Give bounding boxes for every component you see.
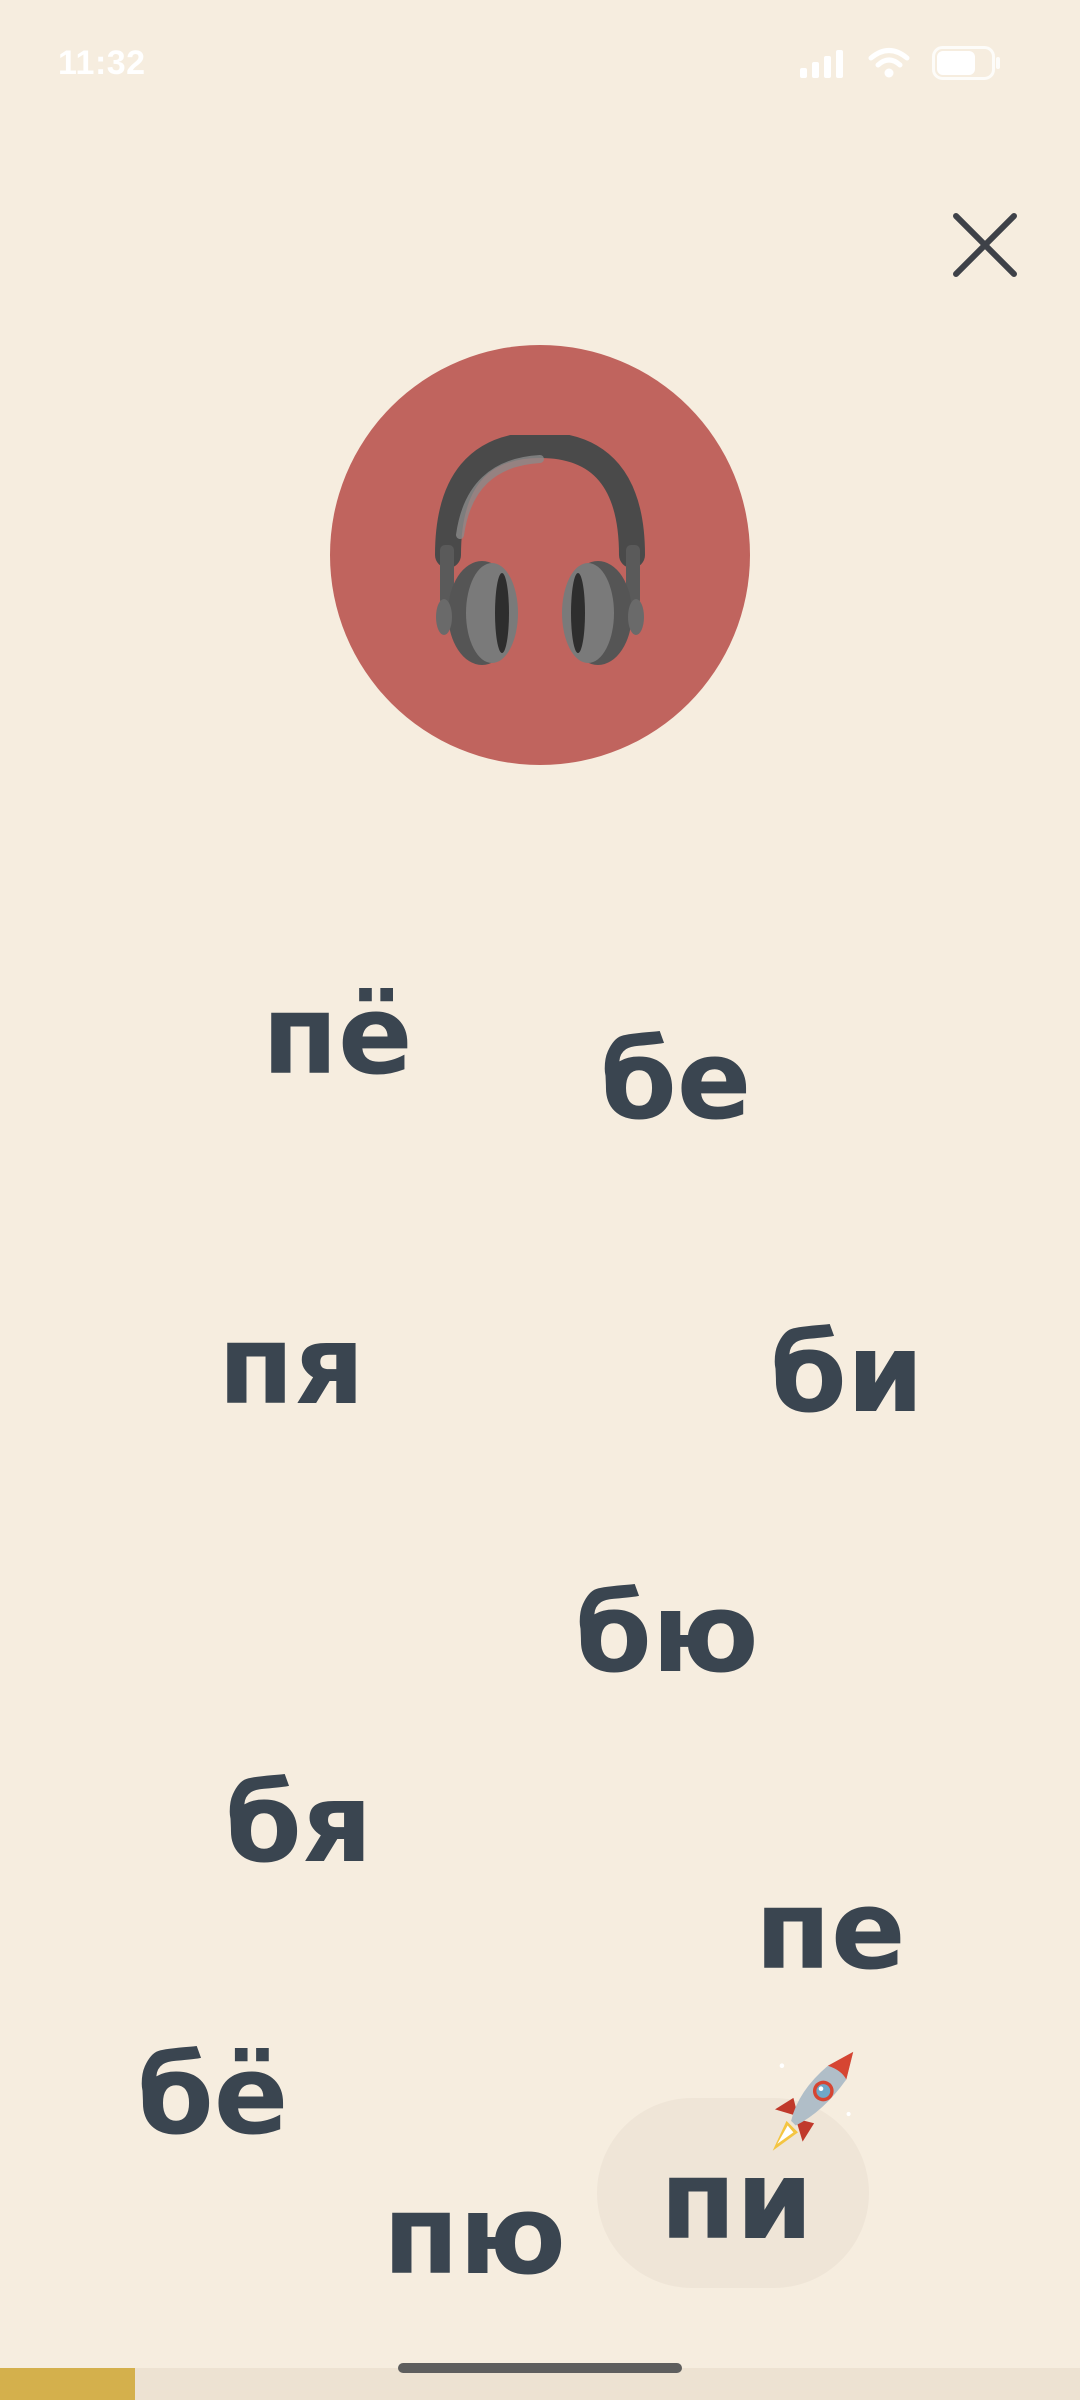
screen: 11:32 пё бе пя би бю бя пе бё пю пи [0,0,1080,2400]
syllable-option[interactable]: пя [218,1310,365,1420]
syllable-option[interactable]: бю [575,1578,759,1688]
selected-syllable-option[interactable]: пи [660,2145,813,2255]
syllable-option[interactable]: бя [225,1768,372,1878]
syllable-option[interactable]: би [770,1318,924,1428]
status-time: 11:32 [58,44,146,82]
rocket-icon [772,2051,854,2151]
syllable-option[interactable]: бе [600,1025,751,1135]
syllable-option[interactable]: бё [137,2040,288,2150]
progress-fill [0,2368,135,2400]
battery-icon [932,46,1002,80]
close-icon [953,213,1017,277]
headphones-icon [435,435,645,665]
listen-button[interactable] [330,345,750,765]
home-indicator[interactable] [398,2363,682,2373]
wifi-icon [868,47,910,79]
syllable-option[interactable]: пе [755,1875,906,1985]
close-button[interactable] [945,205,1025,285]
status-icons [800,46,1002,80]
syllable-option[interactable]: пю [383,2180,566,2290]
cellular-signal-icon [800,48,846,78]
syllable-option[interactable]: пё [262,980,413,1090]
